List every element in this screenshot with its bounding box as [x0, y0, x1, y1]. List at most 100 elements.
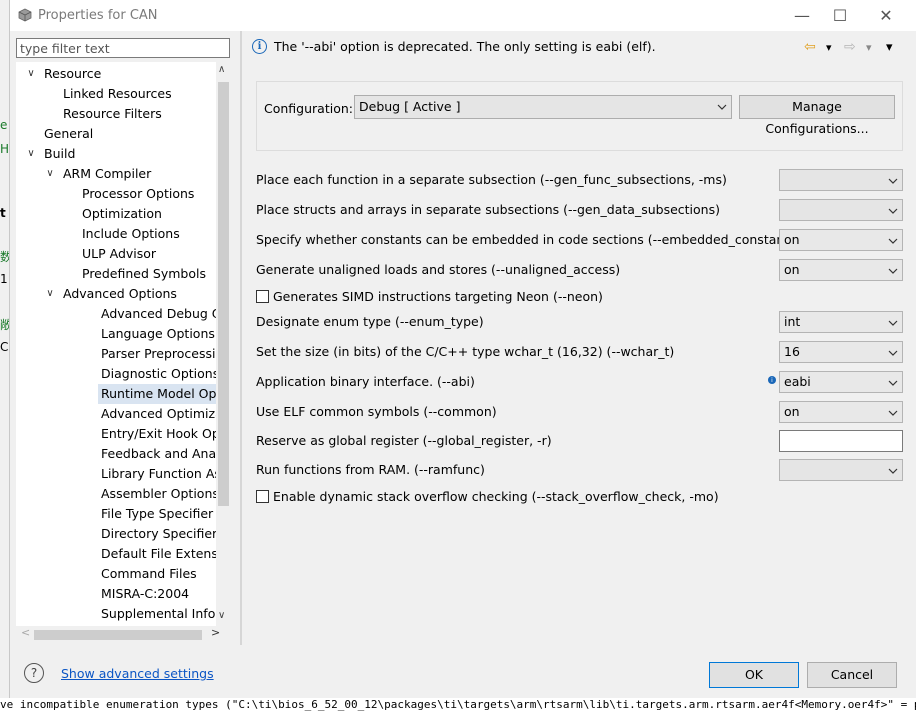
manage-configurations-button[interactable]: Manage Configurations... [739, 95, 895, 136]
cancel-button[interactable]: Cancel [807, 662, 897, 688]
tree-item[interactable]: ∨ Build [27, 144, 95, 164]
tree-item[interactable]: Parser Preprocessing [98, 344, 231, 364]
scroll-up-icon[interactable]: ∧ [218, 64, 225, 75]
tree-item-label: Diagnostic Options [101, 366, 220, 381]
tree-item-label: Advanced Optimizat [101, 406, 228, 421]
tree-item[interactable]: File Type Specifier [98, 504, 231, 524]
option-label: Place each function in a separate subsec… [256, 172, 727, 187]
option-checkbox[interactable] [256, 290, 269, 303]
option-label: Set the size (in bits) of the C/C++ type… [256, 344, 675, 359]
option-label: Place structs and arrays in separate sub… [256, 202, 720, 217]
tree-item[interactable]: Supplemental Inforn [98, 604, 231, 624]
option-select[interactable]: eabi [779, 371, 903, 393]
tree-item[interactable]: Command Files [98, 564, 217, 584]
help-icon[interactable]: ? [24, 663, 44, 683]
tree-item-label: Resource Filters [63, 106, 162, 121]
chevron-down-icon [888, 350, 898, 356]
tree-item-label: Advanced Debug Op [101, 306, 230, 321]
background-char: H [0, 142, 9, 156]
option-select[interactable]: on [779, 229, 903, 251]
option-select[interactable]: on [779, 259, 903, 281]
tree-item[interactable]: Include Options [79, 224, 200, 244]
chevron-down-icon [888, 178, 898, 184]
show-advanced-settings-link[interactable]: Show advanced settings [61, 666, 214, 681]
background-char: e [0, 118, 8, 132]
tree-item[interactable]: MISRA-C:2004 [98, 584, 209, 604]
tree-expand-chevron-icon[interactable]: ∨ [44, 284, 56, 304]
back-arrow-icon[interactable]: ⇦ [804, 39, 816, 55]
properties-dialog: Properties for CAN — ☐ ✕ ∨ Resource Linked… [9, 0, 916, 698]
option-checkbox-label[interactable]: Generates SIMD instructions targeting Ne… [273, 289, 603, 304]
ok-button[interactable]: OK [709, 662, 799, 688]
tree-item-label: General [44, 126, 94, 141]
view-menu-icon[interactable]: ▾ [886, 40, 893, 55]
filter-input[interactable] [17, 39, 229, 57]
forward-dropdown-icon[interactable]: ▾ [866, 41, 872, 54]
chevron-down-icon [888, 208, 898, 214]
tree-item[interactable]: Assembler Options [98, 484, 231, 504]
chevron-down-icon [717, 104, 727, 110]
tree-item[interactable]: Directory Specifier [98, 524, 231, 544]
close-button[interactable]: ✕ [863, 0, 909, 31]
option-label: Run functions from RAM. (--ramfunc) [256, 462, 485, 477]
tree-item[interactable]: Entry/Exit Hook Opti [98, 424, 231, 444]
filter-box [16, 38, 230, 58]
tree-item[interactable]: Language Options [98, 324, 231, 344]
info-message: The '--abi' option is deprecated. The on… [274, 39, 656, 54]
option-select[interactable] [779, 199, 903, 221]
option-select[interactable]: int [779, 311, 903, 333]
tree-item[interactable]: Processor Options [79, 184, 214, 204]
option-select[interactable] [779, 169, 903, 191]
tree-item-label: Resource [44, 66, 102, 81]
tree-item[interactable]: Runtime Model Opti [98, 384, 231, 404]
tree-item[interactable]: Feedback and Analy [98, 444, 231, 464]
tree-item-label: Optimization [82, 206, 162, 221]
option-select[interactable]: on [779, 401, 903, 423]
option-select[interactable]: 16 [779, 341, 903, 363]
tree-item[interactable]: Linked Resources [60, 84, 192, 104]
tree-item[interactable]: Library Function Assu [98, 464, 231, 484]
option-label: Designate enum type (--enum_type) [256, 314, 484, 329]
scroll-left-icon[interactable]: < [21, 626, 30, 639]
tree-item[interactable]: General [41, 124, 113, 144]
background-console-text: ve incompatible enumeration types ("C:\t… [0, 698, 916, 712]
scroll-down-icon[interactable]: ∨ [218, 610, 225, 621]
tree-item[interactable]: ∨ Resource [27, 64, 121, 84]
tree-item-label: Processor Options [82, 186, 195, 201]
tree-item[interactable]: ∨ Advanced Options [46, 284, 197, 304]
tree-item-label: MISRA-C:2004 [101, 586, 190, 601]
tree-item[interactable]: Optimization [79, 204, 182, 224]
tree-expand-chevron-icon[interactable]: ∨ [44, 164, 56, 184]
tree-item[interactable]: Default File Extensio [98, 544, 231, 564]
maximize-button[interactable]: ☐ [817, 0, 863, 31]
option-select-value: 16 [784, 344, 800, 359]
title-bar[interactable]: Properties for CAN — ☐ ✕ [10, 0, 916, 31]
option-text-input[interactable] [779, 430, 903, 452]
back-dropdown-icon[interactable]: ▾ [826, 41, 832, 54]
option-checkbox-label[interactable]: Enable dynamic stack overflow checking (… [273, 489, 719, 504]
tree-item[interactable]: Advanced Debug Op [98, 304, 231, 324]
tree-item[interactable]: Advanced Optimizat [98, 404, 231, 424]
tree-expand-chevron-icon[interactable]: ∨ [25, 144, 37, 164]
background-char: 1 [0, 272, 8, 286]
tree-expand-chevron-icon[interactable]: ∨ [25, 64, 37, 84]
tree-item-label: Advanced Options [63, 286, 177, 301]
scroll-right-icon[interactable]: > [211, 626, 220, 639]
configuration-select[interactable]: Debug [ Active ] [354, 95, 732, 119]
tree-item[interactable]: ULP Advisor [79, 244, 176, 264]
tree-item[interactable]: Resource Filters [60, 104, 182, 124]
tree-scroll-thumb[interactable] [218, 82, 229, 506]
option-checkbox[interactable] [256, 490, 269, 503]
tree-item[interactable]: Predefined Symbols [79, 264, 226, 284]
forward-arrow-icon[interactable]: ⇨ [844, 39, 856, 55]
tree-item[interactable]: ∨ ARM Compiler [46, 164, 171, 184]
tree-hscroll-thumb[interactable] [34, 630, 202, 640]
tree-item[interactable]: Diagnostic Options [98, 364, 231, 384]
option-select[interactable] [779, 459, 903, 481]
tree-item-label: Build [44, 146, 76, 161]
app-cube-icon [18, 8, 32, 22]
option-select-value: on [784, 404, 800, 419]
option-select-value: int [784, 314, 801, 329]
option-select-value: on [784, 232, 800, 247]
chevron-down-icon [888, 380, 898, 386]
